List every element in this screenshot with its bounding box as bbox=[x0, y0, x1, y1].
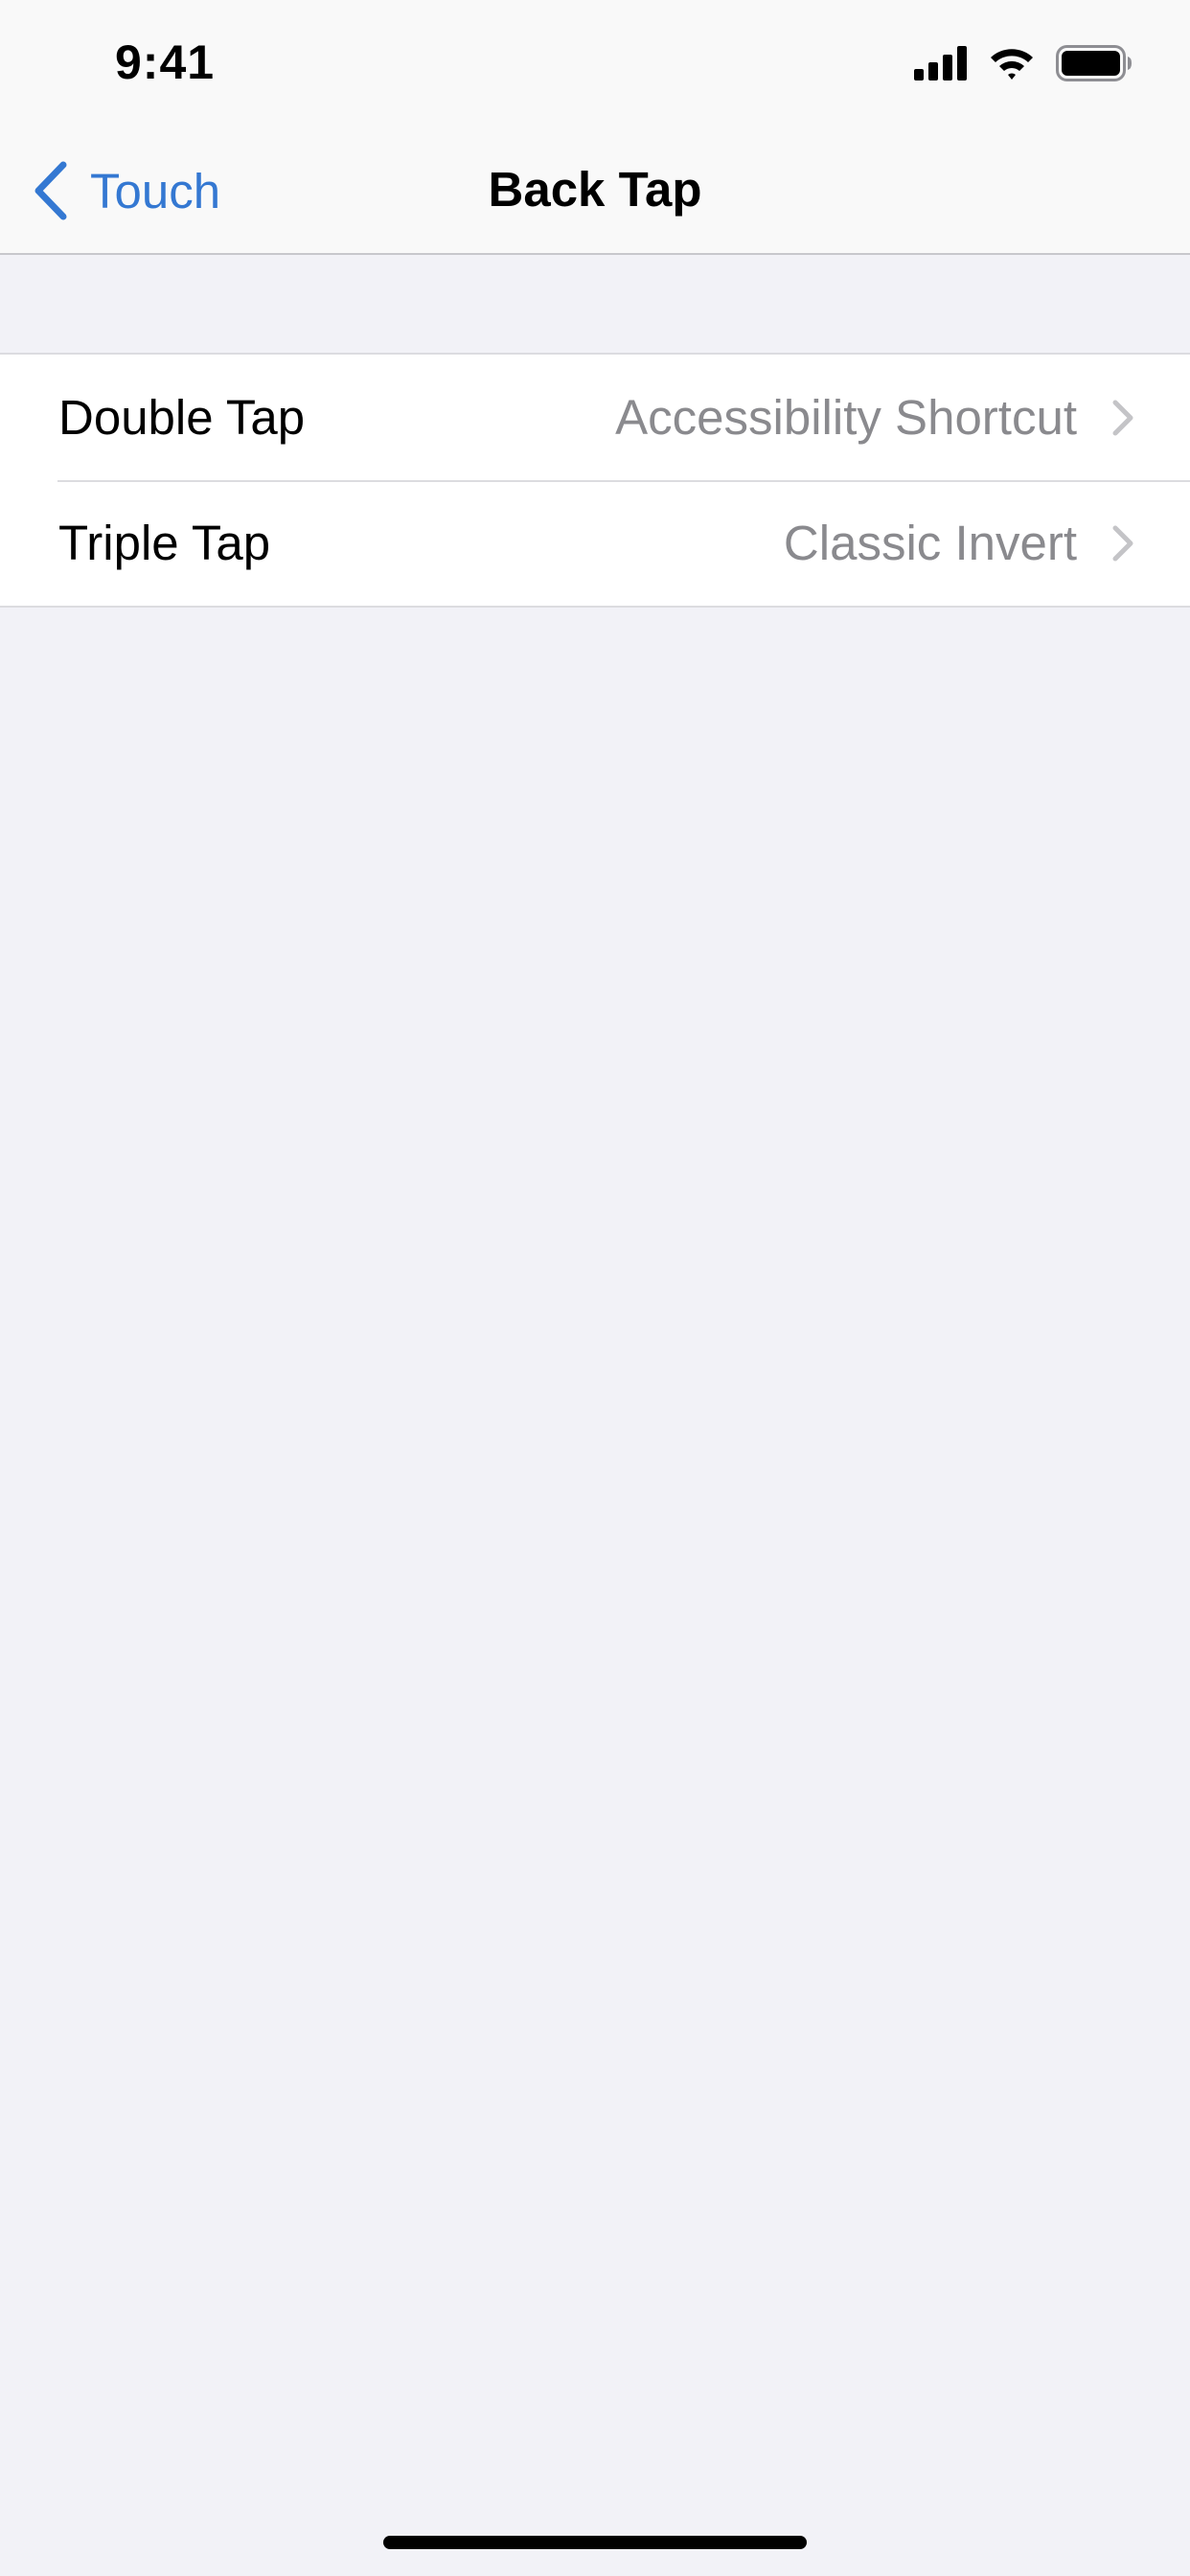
page-title: Back Tap bbox=[488, 162, 702, 217]
status-icons bbox=[914, 42, 1133, 84]
chevron-right-icon bbox=[1111, 399, 1134, 437]
triple-tap-value: Classic Invert bbox=[783, 516, 1077, 570]
navigation-bar: Touch Back Tap bbox=[0, 126, 1190, 255]
cellular-signal-icon bbox=[914, 46, 968, 80]
status-time: 9:41 bbox=[115, 35, 216, 89]
double-tap-value: Accessibility Shortcut bbox=[615, 390, 1077, 445]
double-tap-label: Double Tap bbox=[58, 390, 306, 445]
status-bar: 9:41 bbox=[0, 0, 1190, 126]
wifi-icon bbox=[989, 46, 1035, 80]
back-tap-settings-group: Double Tap Accessibility Shortcut Triple… bbox=[0, 353, 1190, 608]
chevron-right-icon bbox=[1111, 524, 1134, 563]
battery-icon bbox=[1056, 45, 1133, 81]
home-indicator[interactable] bbox=[383, 2536, 807, 2549]
triple-tap-row[interactable]: Triple Tap Classic Invert bbox=[0, 480, 1190, 606]
triple-tap-label: Triple Tap bbox=[58, 516, 271, 570]
double-tap-row[interactable]: Double Tap Accessibility Shortcut bbox=[0, 355, 1190, 480]
